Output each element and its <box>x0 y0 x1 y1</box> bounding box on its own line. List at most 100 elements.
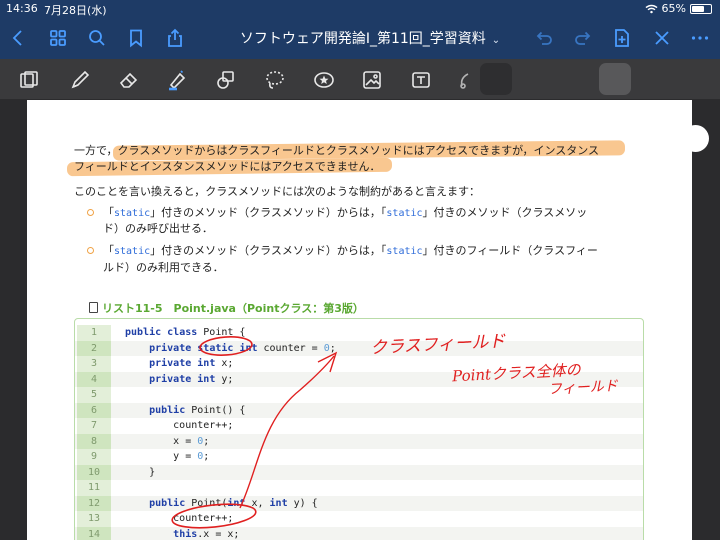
code-text: } <box>125 466 156 478</box>
code-text: private int y; <box>149 373 234 385</box>
code-line: 9 y = 0; <box>75 449 643 465</box>
code-text: x = 0; <box>125 435 210 447</box>
pen-icon <box>71 70 90 89</box>
text-box-icon <box>412 72 430 88</box>
paragraph-1-line-2: フィールドとインスタンスメソッドにはアクセスできません． <box>74 160 381 173</box>
highlighter-tool[interactable] <box>164 67 190 93</box>
text-tool[interactable] <box>408 67 434 93</box>
line-number: 5 <box>77 387 111 403</box>
share-icon <box>168 28 182 47</box>
add-page-icon <box>615 29 629 47</box>
document-title: ソフトウェア開発論I_第11回_学習資料 <box>239 31 486 47</box>
code-text: private int x; <box>149 358 234 369</box>
line-number: 7 <box>77 418 111 434</box>
redo-icon <box>575 31 591 45</box>
code-text: public class Point { <box>125 327 246 338</box>
code-line: 11 <box>75 480 643 496</box>
line-number: 6 <box>77 402 111 418</box>
code-text: counter++; <box>125 513 234 524</box>
back-button[interactable] <box>6 26 30 50</box>
shapes-icon <box>217 71 234 89</box>
code-line: 14 this.x = x; <box>75 526 643 540</box>
code-text: this.x = x; <box>173 528 240 540</box>
bullet-1-line-2: ド）のみ呼び出せる． <box>103 222 213 235</box>
line-number: 9 <box>77 449 111 465</box>
bullet-2-keyword-1: static <box>114 246 151 257</box>
chevron-down-icon: ⌄ <box>491 35 501 46</box>
bullet-marker-2 <box>87 247 94 254</box>
stroke-size-selected-frame <box>599 63 631 95</box>
line-number: 8 <box>77 433 111 449</box>
listing-title-text: リスト11-5 Point.java（Pointクラス：第3版） <box>102 302 364 315</box>
line-number: 4 <box>77 371 111 387</box>
bullet-1-keyword-1: static <box>114 208 151 219</box>
thumbnails-button[interactable] <box>46 26 70 50</box>
status-date: 7月28日(水) <box>44 4 107 17</box>
undo-icon <box>536 31 552 45</box>
code-line: 1 public class Point { <box>75 325 643 341</box>
shapes-tool[interactable] <box>213 67 239 93</box>
code-text: public Point() { <box>149 404 246 416</box>
bullet-2-text-a: 「 <box>103 244 114 257</box>
lasso-icon <box>266 71 284 89</box>
add-page-button[interactable] <box>610 26 634 50</box>
bookmark-icon <box>130 29 142 48</box>
laser-pointer-icon <box>460 73 469 89</box>
code-text: y = 0; <box>125 451 210 462</box>
laser-pointer-tool[interactable] <box>452 67 478 93</box>
status-time: 14:36 <box>6 2 38 15</box>
bookmark-button[interactable] <box>124 26 148 50</box>
undo-button[interactable] <box>532 26 556 50</box>
bullet-2-text-b: 」付きのメソッド（クラスメソッド）からは，「 <box>150 244 387 257</box>
line-number: 10 <box>77 464 111 480</box>
share-button[interactable] <box>163 26 187 50</box>
close-button[interactable] <box>650 26 674 50</box>
bullet-1-text-a: 「 <box>103 206 114 219</box>
code-line: 7 counter++; <box>75 418 643 434</box>
paragraph-1-line-1: 一方で，クラスメソッドからはクラスフィールドとクラスメソッドにはアクセスできます… <box>74 144 600 157</box>
battery-percent: 65% <box>661 2 686 15</box>
navigation-bar: ソフトウェア開発論I_第11回_学習資料 ⌄ <box>0 18 720 59</box>
line-number: 11 <box>77 480 111 496</box>
bullet-1-line-1: 「static」付きのメソッド（クラスメソッド）からは，「static」付きのメ… <box>103 205 587 222</box>
bullet-marker-1 <box>87 209 94 216</box>
bullet-2-text-c: 」付きのフィールド（クラスフィー <box>422 244 598 257</box>
scan-tool[interactable] <box>16 67 42 93</box>
search-button[interactable] <box>85 26 109 50</box>
wifi-icon <box>645 4 658 13</box>
chevron-left-icon <box>12 30 22 46</box>
paragraph-2: このことを言い換えると，クラスメソッドには次のような制約があると言えます： <box>74 185 481 198</box>
image-tool[interactable] <box>359 67 385 93</box>
document-title-menu[interactable]: ソフトウェア開発論I_第11回_学習資料 ⌄ <box>220 28 520 48</box>
pen-tool[interactable] <box>67 67 93 93</box>
star-sticker-icon <box>314 72 334 88</box>
bullet-2-line-1: 「static」付きのメソッド（クラスメソッド）からは，「static」付きのフ… <box>103 243 598 260</box>
code-line: 2 private static int counter = 0; <box>75 340 643 356</box>
redo-button[interactable] <box>571 26 595 50</box>
code-line: 8 x = 0; <box>75 433 643 449</box>
bullet-2-line-2: ルド）のみ利用できる． <box>103 261 224 274</box>
code-line: 10 } <box>75 464 643 480</box>
close-icon <box>655 31 669 45</box>
bullet-1-text-b: 」付きのメソッド（クラスメソッド）からは，「 <box>150 206 387 219</box>
battery-icon <box>690 3 712 14</box>
listing-title: リスト11-5 Point.java（Pointクラス：第3版） <box>89 300 364 316</box>
more-icon <box>691 36 709 40</box>
bullet-1-keyword-2: static <box>386 208 423 219</box>
document-scan-icon <box>20 71 38 88</box>
code-text: private static int counter = 0; <box>149 342 336 354</box>
line-number: 3 <box>77 356 111 372</box>
code-line: 6 public Point() { <box>75 402 643 418</box>
sticker-tool[interactable] <box>311 67 337 93</box>
more-button[interactable] <box>688 26 712 50</box>
color-swatch-frame-1 <box>480 63 512 95</box>
eraser-icon <box>119 72 138 88</box>
eraser-tool[interactable] <box>116 67 142 93</box>
status-right: 65% <box>645 2 712 15</box>
grid-icon <box>50 30 66 46</box>
top-bar: 14:36 7月28日(水) 65% ソフトウェア開発論I_第11回_学習資料 … <box>0 0 720 59</box>
highlighter-icon <box>169 70 186 91</box>
lasso-tool[interactable] <box>262 67 288 93</box>
line-number: 14 <box>77 526 111 540</box>
drawing-toolbar: ⌄ <box>0 59 720 152</box>
